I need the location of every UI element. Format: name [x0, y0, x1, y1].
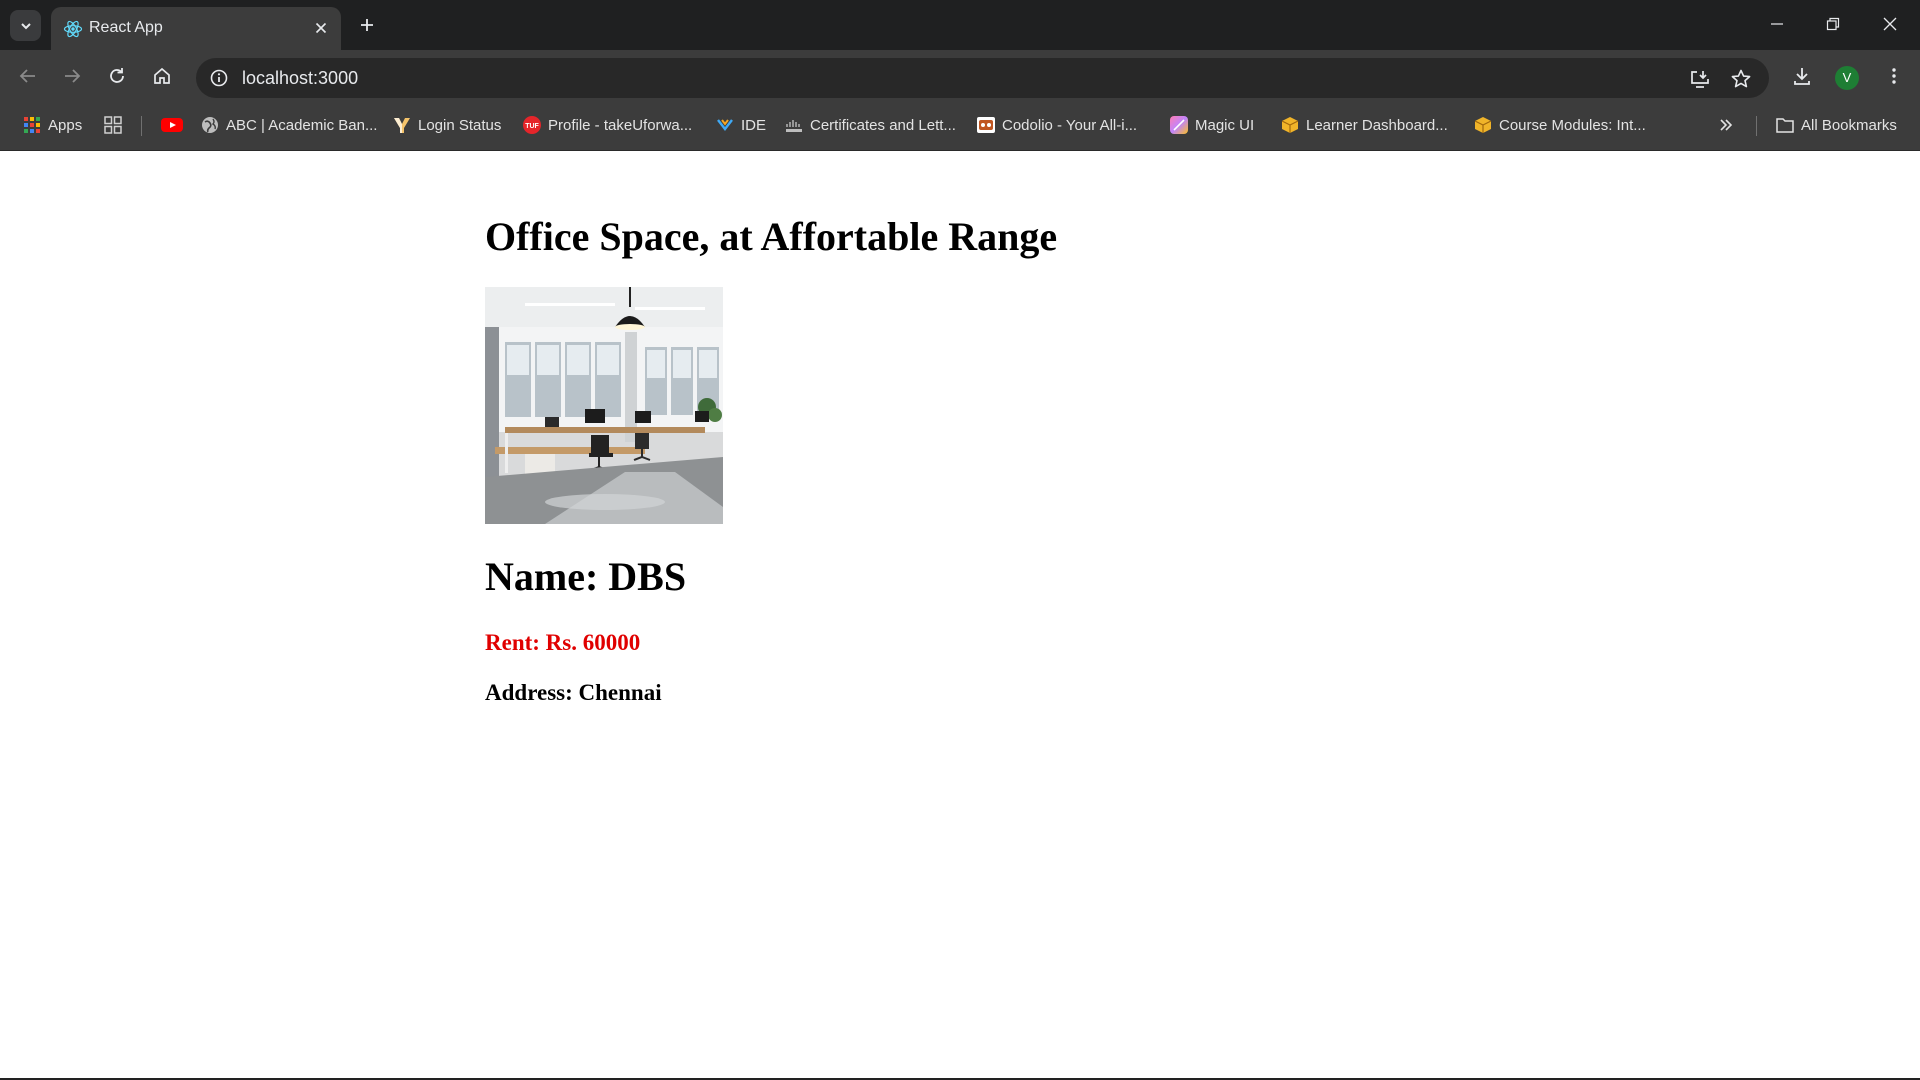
codolio-icon — [977, 116, 995, 134]
restore-button[interactable] — [1818, 11, 1848, 37]
bookmark-login-status[interactable]: Login Status — [393, 114, 501, 136]
download-icon — [1794, 68, 1810, 85]
bookmarks-overflow-button[interactable] — [1718, 114, 1734, 136]
bookmarks-bar: Apps ABC | Academic Ban... Login Status … — [0, 100, 1920, 151]
apps-grid-icon — [23, 116, 41, 134]
office-address: Address: Chennai — [485, 680, 662, 705]
page-viewport: Office Space, at Affortable Range Name: … — [0, 151, 1920, 1080]
close-icon — [1883, 17, 1897, 31]
office-image — [485, 287, 723, 524]
info-icon — [210, 69, 228, 87]
globe-icon — [201, 116, 219, 134]
downloads-button[interactable] — [1787, 61, 1817, 91]
bookmark-profile-takeuforward[interactable]: TUF Profile - takeUforwa... — [523, 114, 692, 136]
plus-icon — [361, 19, 373, 31]
minimize-icon — [1771, 23, 1783, 25]
package-icon — [1474, 116, 1492, 134]
bookmark-ide[interactable]: IDE — [716, 114, 766, 136]
star-icon — [1731, 69, 1751, 88]
site-info-button[interactable] — [206, 65, 232, 91]
bookmark-label: Login Status — [418, 116, 502, 134]
tab-search-button[interactable] — [10, 10, 41, 41]
youtube-icon — [161, 116, 183, 134]
bookmark-youtube[interactable] — [161, 114, 190, 136]
folder-icon — [1776, 116, 1794, 134]
bookmark-star-button[interactable] — [1728, 66, 1754, 92]
bookmark-label: Magic UI — [1195, 116, 1255, 134]
chevron-double-right-icon — [1720, 119, 1733, 131]
bookmark-tab-groups[interactable] — [104, 114, 129, 136]
bookmark-separator — [1756, 116, 1757, 136]
home-button[interactable] — [147, 61, 177, 91]
bookmark-codolio[interactable]: Codolio - Your All-i... — [977, 114, 1137, 136]
close-icon — [315, 22, 327, 34]
close-window-button[interactable] — [1875, 11, 1905, 37]
tab-close-button[interactable] — [311, 18, 331, 38]
bookmark-label: Apps — [48, 116, 83, 134]
office-name: Name: DBS — [485, 554, 687, 599]
bookmark-separator — [141, 116, 142, 136]
page-title: Office Space, at Affortable Range — [485, 214, 1058, 259]
back-button[interactable] — [13, 61, 43, 91]
login-status-icon — [393, 116, 411, 134]
bookmark-label: Certificates and Lett... — [810, 116, 956, 134]
ide-icon — [716, 116, 734, 134]
install-app-button[interactable] — [1687, 66, 1713, 92]
package-icon — [1281, 116, 1299, 134]
bookmark-label: IDE — [741, 116, 767, 134]
react-logo-icon — [63, 20, 83, 38]
address-bar[interactable]: localhost:3000 — [196, 58, 1769, 98]
reload-button[interactable] — [102, 61, 132, 91]
cisco-icon — [785, 116, 803, 134]
url-text[interactable]: localhost:3000 — [242, 67, 358, 89]
bookmark-learner-dashboard[interactable]: Learner Dashboard... — [1281, 114, 1448, 136]
svg-text:TUF: TUF — [525, 123, 539, 130]
restore-icon — [1826, 17, 1840, 31]
bookmark-abc[interactable]: ABC | Academic Ban... — [201, 114, 377, 136]
chevron-down-icon — [20, 22, 31, 29]
more-vertical-icon — [1892, 68, 1896, 84]
bookmark-course-modules[interactable]: Course Modules: Int... — [1474, 114, 1646, 136]
tab-strip: React App — [0, 0, 1920, 50]
all-bookmarks-label: All Bookmarks — [1801, 116, 1897, 134]
tab-title: React App — [89, 19, 163, 36]
bookmark-certificates[interactable]: Certificates and Lett... — [785, 114, 956, 136]
reload-icon — [110, 68, 124, 83]
tuf-icon: TUF — [523, 116, 541, 134]
install-icon — [1691, 71, 1709, 88]
magic-ui-icon — [1170, 116, 1188, 134]
new-tab-button[interactable] — [355, 13, 379, 37]
bookmark-magic-ui[interactable]: Magic UI — [1170, 114, 1254, 136]
active-tab[interactable]: React App — [51, 7, 341, 50]
bookmark-label: Learner Dashboard... — [1306, 116, 1448, 134]
browser-toolbar: localhost:3000 V — [0, 50, 1920, 100]
bookmark-label: ABC | Academic Ban... — [226, 116, 378, 134]
minimize-button[interactable] — [1762, 11, 1792, 37]
profile-avatar[interactable]: V — [1835, 66, 1859, 90]
bookmark-label: Course Modules: Int... — [1499, 116, 1646, 134]
arrow-right-icon — [65, 69, 81, 83]
arrow-left-icon — [19, 69, 35, 83]
forward-button[interactable] — [57, 61, 87, 91]
all-bookmarks-button[interactable]: All Bookmarks — [1776, 114, 1897, 136]
bookmark-label: Profile - takeUforwa... — [548, 116, 693, 134]
bookmark-label: Codolio - Your All-i... — [1002, 116, 1138, 134]
bookmark-apps[interactable]: Apps — [23, 114, 82, 136]
office-rent: Rent: Rs. 60000 — [485, 630, 641, 655]
tab-groups-icon — [104, 116, 122, 134]
chrome-menu-button[interactable] — [1879, 61, 1909, 91]
home-icon — [154, 67, 170, 84]
